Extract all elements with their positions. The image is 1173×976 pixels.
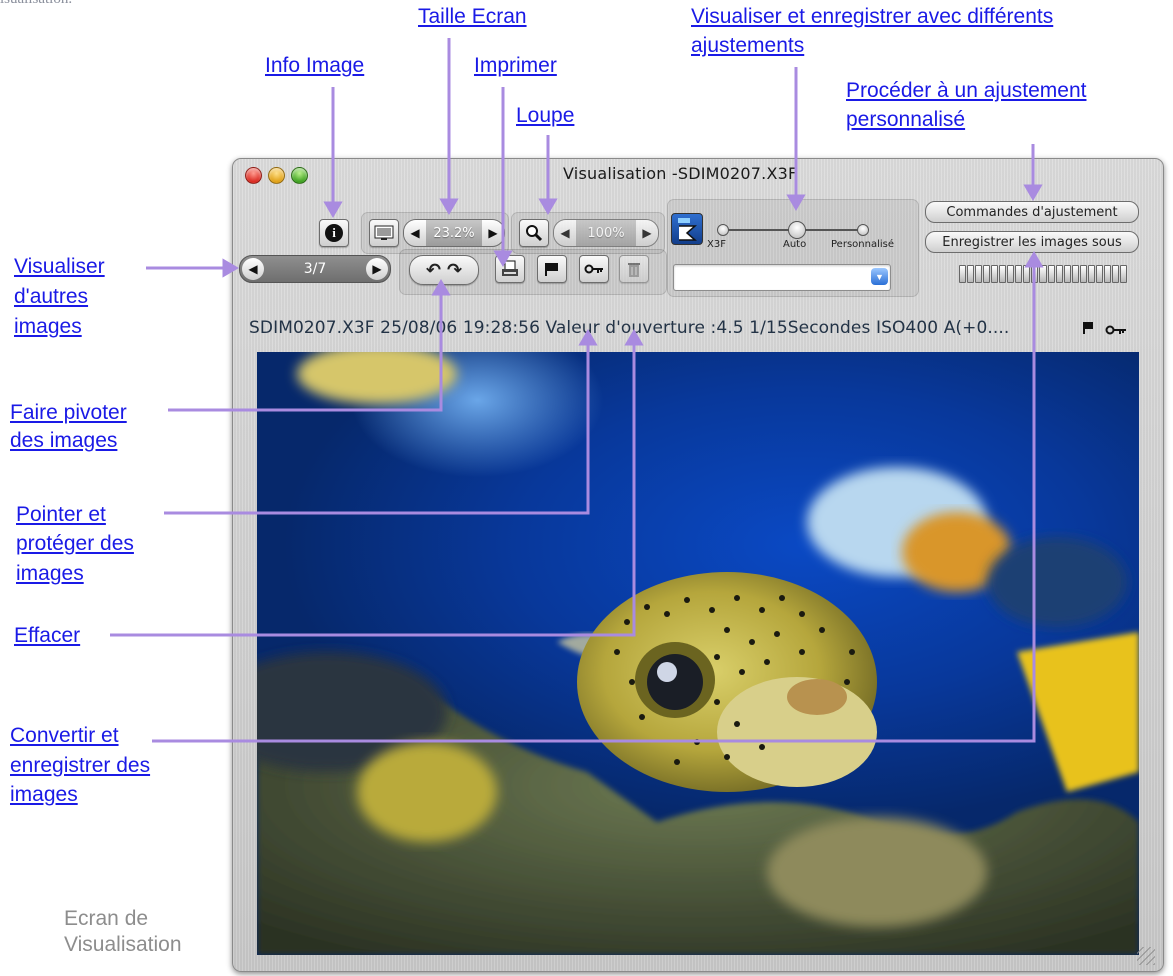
delete-button[interactable] <box>619 255 649 283</box>
slider-label-personnalise: Personnalisé <box>831 239 894 250</box>
header-fragment: isualisation. <box>0 0 72 8</box>
annotation-visualiser-line1[interactable]: Visualiser et enregistrer avec différent… <box>691 4 1053 29</box>
zoom-button[interactable] <box>291 167 308 184</box>
slider-label-auto: Auto <box>783 239 807 250</box>
annotation-pivoter-line1[interactable]: Faire pivoter <box>10 400 127 425</box>
slider-label-x3f: X3F <box>707 239 726 250</box>
slider-knob-auto[interactable] <box>788 221 806 239</box>
annotation-taille-ecran[interactable]: Taille Ecran <box>418 4 527 29</box>
annotation-effacer[interactable]: Effacer <box>14 623 80 648</box>
visualisation-window: Visualisation -SDIM0207.X3F i ◀ 23.2% ▶ … <box>232 158 1164 972</box>
rotate-left-icon[interactable]: ↶ <box>426 260 441 281</box>
loupe-zoom-value: 100% <box>587 225 625 241</box>
caption-line2: Visualisation <box>64 933 182 956</box>
adjustment-commands-button[interactable]: Commandes d'ajustement <box>925 201 1139 223</box>
annotation-autres-line2[interactable]: d'autres <box>14 284 88 309</box>
window-controls <box>245 167 308 184</box>
screen-fit-button[interactable] <box>369 219 399 247</box>
loupe-button[interactable] <box>519 219 549 247</box>
annotation-pointer-line1[interactable]: Pointer et <box>16 502 106 527</box>
next-image-arrow[interactable]: ▶ <box>366 258 388 280</box>
rotate-right-icon[interactable]: ↷ <box>447 260 462 281</box>
print-button[interactable] <box>495 255 525 283</box>
image-counter: 3/7 <box>303 261 327 277</box>
flag-small-icon[interactable] <box>1080 320 1096 341</box>
loupe-decrease-arrow[interactable]: ◀ <box>554 220 576 246</box>
adjustment-combo[interactable]: ▼ <box>673 264 891 291</box>
annotation-autres-line1[interactable]: Visualiser <box>14 254 105 279</box>
magnifier-icon <box>526 225 543 242</box>
processing-meter <box>959 265 1127 283</box>
screen-zoom-stepper[interactable]: ◀ 23.2% ▶ <box>403 219 505 247</box>
aquarium-photo <box>257 352 1139 955</box>
window-title: Visualisation -SDIM0207.X3F <box>563 164 798 183</box>
slider-stop-personnalise[interactable] <box>857 224 869 236</box>
key-small-icon[interactable] <box>1105 323 1127 341</box>
key-icon <box>584 264 603 274</box>
save-images-as-button[interactable]: Enregistrer les images sous <box>925 231 1139 253</box>
sigma-x3f-icon[interactable] <box>671 213 703 245</box>
annotation-convertir-line2[interactable]: enregistrer des <box>10 753 150 778</box>
resize-grip[interactable] <box>1137 947 1155 965</box>
zoom-decrease-arrow[interactable]: ◀ <box>404 220 426 246</box>
image-navigator[interactable]: ◀ 3/7 ▶ <box>239 255 391 283</box>
annotation-proceder-line1[interactable]: Procéder à un ajustement <box>846 78 1086 103</box>
print-icon <box>502 260 518 276</box>
loupe-increase-arrow[interactable]: ▶ <box>636 220 658 246</box>
caption: Ecran de Visualisation <box>64 906 182 958</box>
annotation-proceder-line2[interactable]: personnalisé <box>846 107 965 132</box>
annotation-pointer-line2[interactable]: protéger des <box>16 531 134 556</box>
caption-line1: Ecran de <box>64 907 149 930</box>
annotation-convertir-line1[interactable]: Convertir et <box>10 723 119 748</box>
monitor-icon <box>374 225 394 240</box>
protect-button[interactable] <box>579 255 609 283</box>
annotation-visualiser-line2[interactable]: ajustements <box>691 33 804 58</box>
previous-image-arrow[interactable]: ◀ <box>242 258 264 280</box>
image-preview[interactable] <box>257 352 1139 955</box>
info-image-button[interactable]: i <box>319 219 349 247</box>
trash-icon <box>628 263 640 277</box>
slider-stop-x3f[interactable] <box>717 224 729 236</box>
rotate-buttons[interactable]: ↶ ↷ <box>409 255 479 285</box>
image-info-bar: SDIM0207.X3F 25/08/06 19:28:56 Valeur d'… <box>249 318 1010 338</box>
chevron-down-icon[interactable]: ▼ <box>871 268 888 285</box>
info-icon: i <box>325 224 343 242</box>
close-button[interactable] <box>245 167 262 184</box>
annotation-imprimer[interactable]: Imprimer <box>474 53 557 78</box>
annotation-autres-line3[interactable]: images <box>14 314 82 339</box>
zoom-increase-arrow[interactable]: ▶ <box>482 220 504 246</box>
flag-button[interactable] <box>537 255 567 283</box>
annotation-loupe[interactable]: Loupe <box>516 103 574 128</box>
screen-zoom-value: 23.2% <box>433 225 475 241</box>
flag-icon <box>545 263 558 276</box>
annotation-info-image[interactable]: Info Image <box>265 53 364 78</box>
annotation-pivoter-line2[interactable]: des images <box>10 428 117 453</box>
annotation-pointer-line3[interactable]: images <box>16 561 84 586</box>
loupe-zoom-stepper[interactable]: ◀ 100% ▶ <box>553 219 659 247</box>
annotation-convertir-line3[interactable]: images <box>10 782 78 807</box>
minimize-button[interactable] <box>268 167 285 184</box>
